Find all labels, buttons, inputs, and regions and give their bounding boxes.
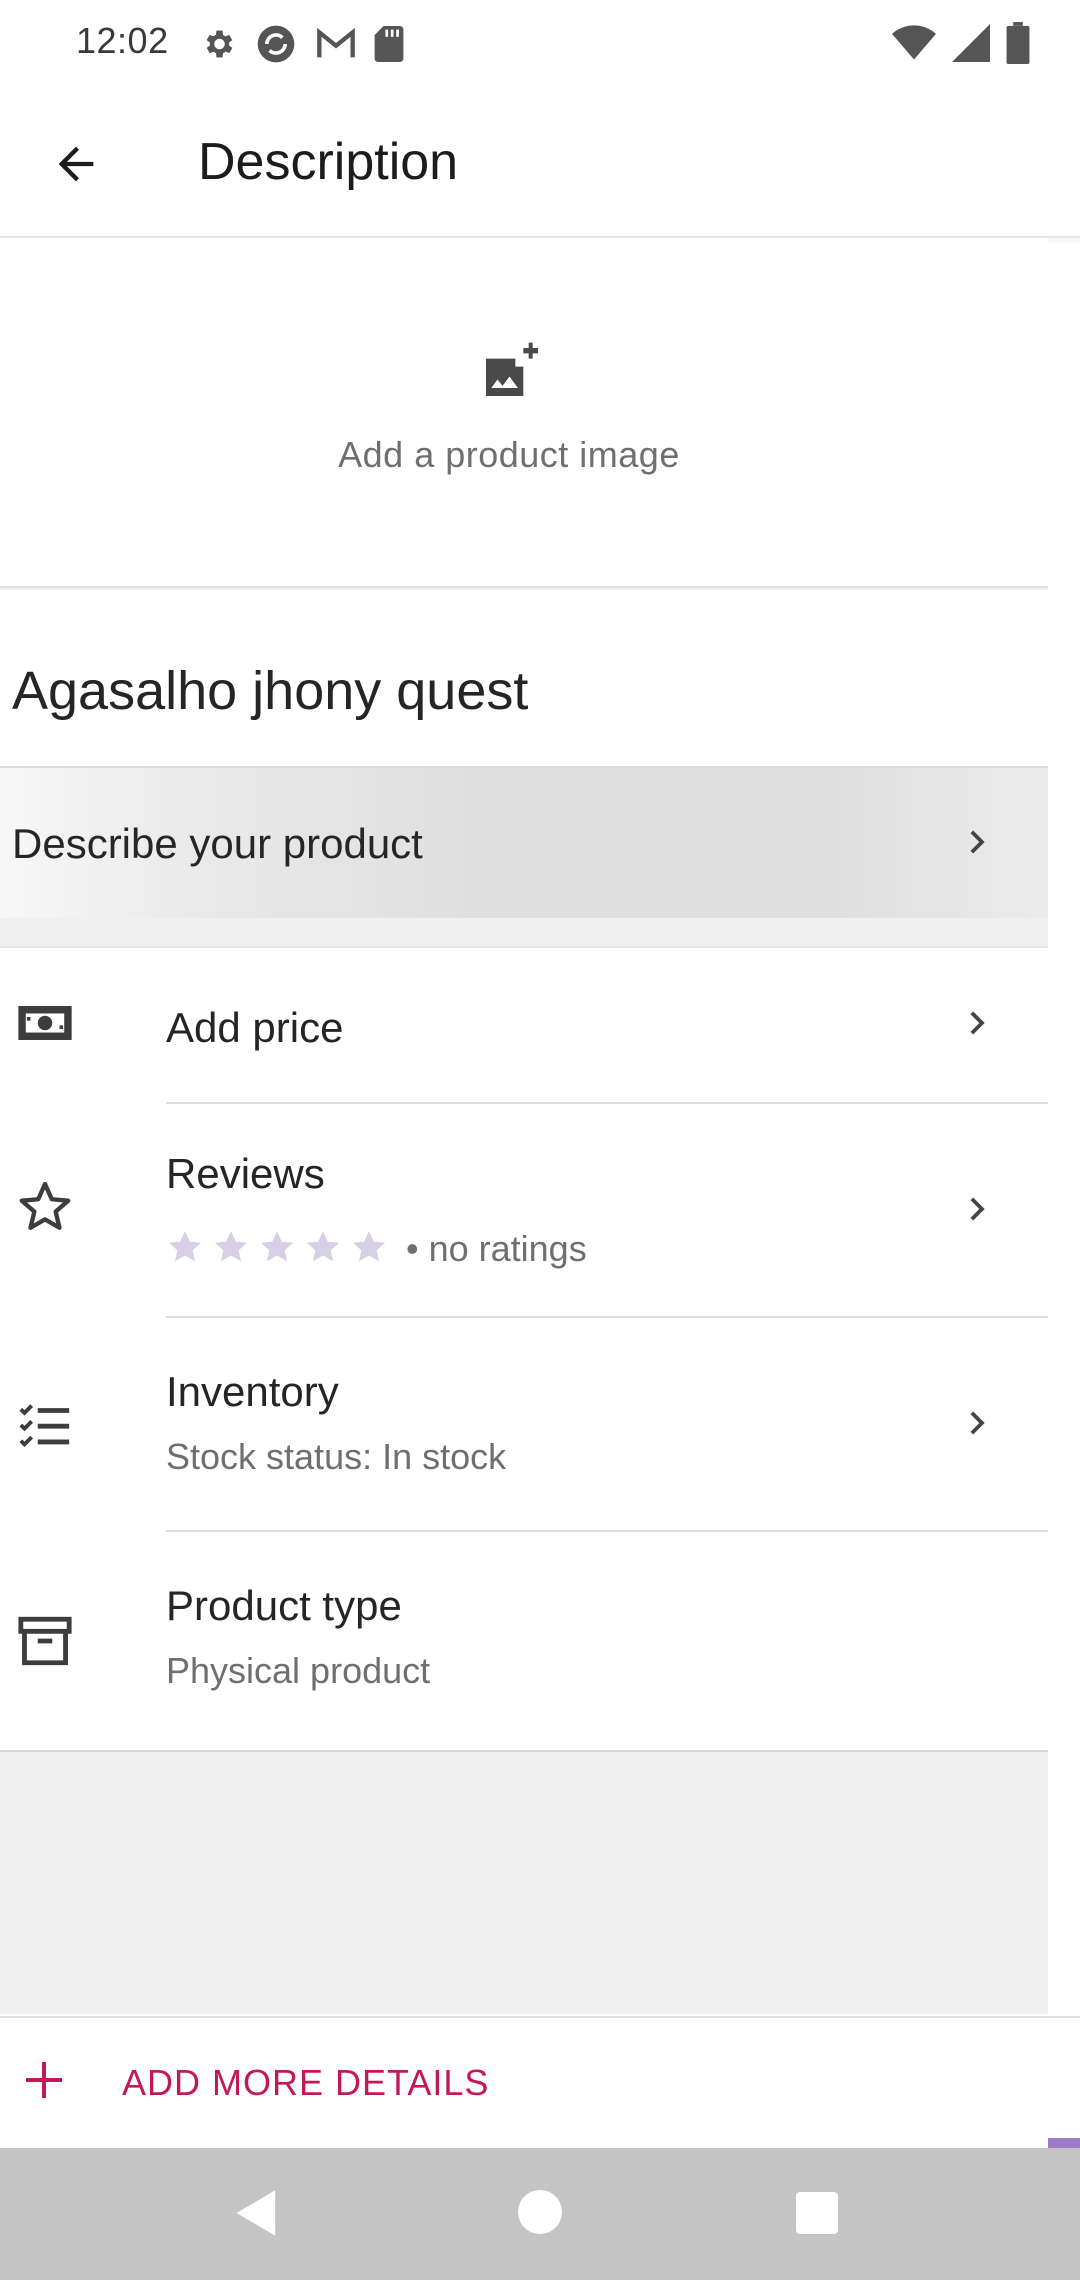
star-outline-icon [19, 1181, 71, 1230]
status-bar: 12:02 [0, 0, 1080, 88]
star-icon [352, 1231, 386, 1262]
product-type-value: Physical product [166, 1650, 431, 1691]
add-image-label: Add a product image [338, 434, 680, 475]
inventory-label: Inventory [166, 1368, 339, 1415]
wifi-icon [892, 25, 936, 60]
rating-stars [166, 1228, 388, 1266]
nav-home-icon[interactable] [518, 2190, 562, 2234]
add-price-row[interactable]: Add price [0, 948, 1048, 1102]
reviews-label: Reviews [166, 1150, 325, 1197]
status-icons-left [200, 22, 404, 66]
add-photo-icon [486, 342, 538, 396]
add-more-details-label: ADD MORE DETAILS [122, 2062, 490, 2103]
checklist-icon [19, 1404, 70, 1448]
chevron-right-icon [970, 1197, 985, 1221]
nav-back-icon[interactable] [234, 2188, 280, 2238]
system-nav-bar [0, 2148, 1080, 2280]
chevron-right-icon [970, 830, 985, 854]
product-type-row[interactable]: Product type Physical product [0, 1532, 1048, 1752]
sd-card-icon [374, 26, 404, 62]
reviews-row[interactable]: Reviews • no ratings [0, 1104, 1048, 1316]
status-time: 12:02 [76, 20, 169, 61]
content-area: Add a product image Agasalho jhony quest… [0, 238, 1048, 2014]
page-title: Description [198, 133, 459, 191]
add-price-label: Add price [166, 1004, 344, 1051]
plus-icon [26, 2062, 62, 2098]
describe-product-row[interactable]: Describe your product [0, 768, 1048, 918]
gear-icon [206, 30, 233, 58]
accent-strip [1048, 2138, 1080, 2148]
inventory-row[interactable]: Inventory Stock status: In stock [0, 1318, 1048, 1530]
add-product-image-section[interactable]: Add a product image [0, 238, 1048, 588]
money-icon [18, 1006, 72, 1040]
star-icon [214, 1231, 248, 1262]
nav-recents-icon[interactable] [796, 2192, 838, 2234]
inventory-status: Stock status: In stock [166, 1436, 507, 1477]
star-icon [260, 1231, 294, 1262]
app-bar: Description [0, 88, 1080, 238]
star-icon [168, 1231, 202, 1262]
signal-icon [952, 24, 990, 62]
product-name-section[interactable]: Agasalho jhony quest [0, 590, 1048, 768]
product-type-label: Product type [166, 1582, 402, 1629]
details-card: Add price Reviews • no ratings Inventory… [0, 946, 1048, 1752]
arrow-back-icon [58, 146, 94, 182]
product-name: Agasalho jhony quest [12, 661, 529, 721]
gmail-icon [317, 27, 355, 58]
battery-icon [1006, 22, 1030, 64]
archive-box-icon [18, 1616, 72, 1666]
add-more-details-button[interactable]: ADD MORE DETAILS [0, 2016, 1080, 2148]
status-icons-right [892, 22, 1030, 64]
describe-product-label: Describe your product [12, 820, 423, 867]
sync-icon [257, 25, 295, 63]
back-button[interactable] [40, 128, 112, 200]
chevron-right-icon [970, 1411, 985, 1435]
ratings-text: • no ratings [406, 1228, 587, 1269]
star-icon [306, 1231, 340, 1262]
chevron-right-icon [970, 1011, 985, 1035]
